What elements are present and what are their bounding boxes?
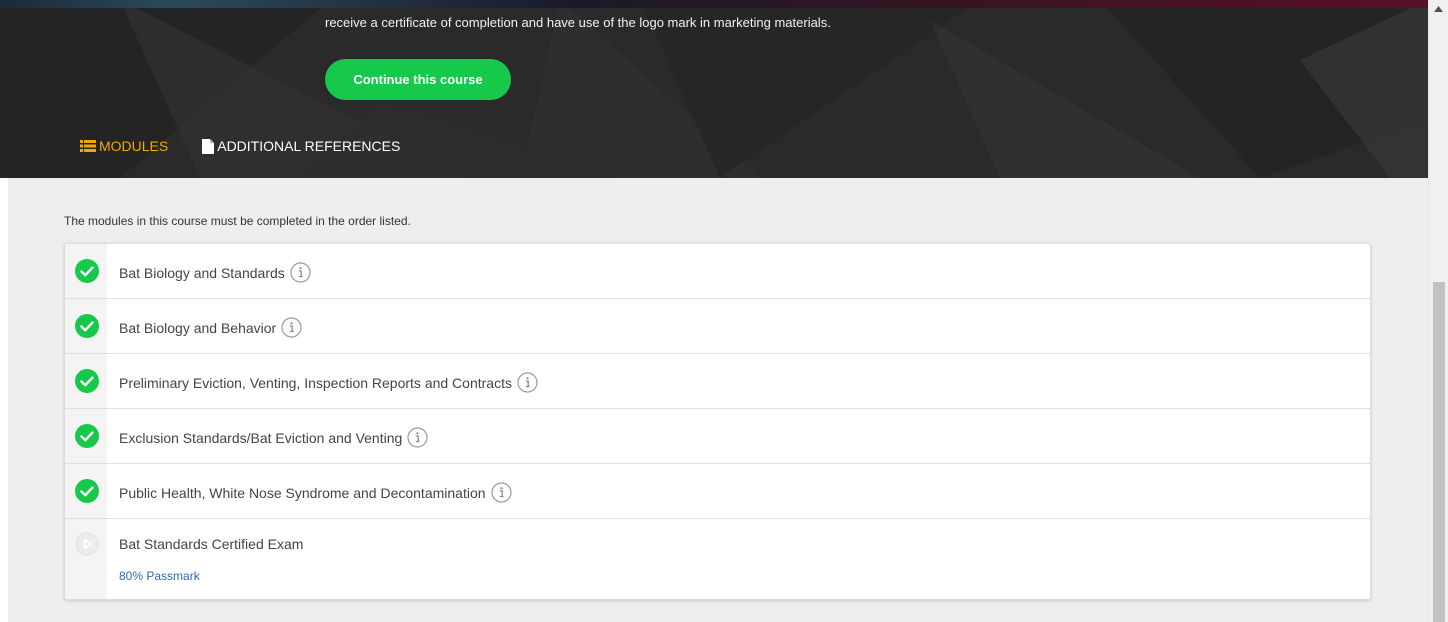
info-icon[interactable] <box>490 482 512 503</box>
module-row-preliminary-eviction[interactable]: Preliminary Eviction, Venting, Inspectio… <box>65 354 1370 409</box>
course-hero-banner: receive a certificate of completion and … <box>0 0 1428 178</box>
vertical-scrollbar[interactable] <box>1428 0 1448 622</box>
module-row-exclusion-standards[interactable]: Exclusion Standards/Bat Eviction and Ven… <box>65 409 1370 464</box>
scroll-up-arrow-icon[interactable] <box>1434 6 1443 12</box>
module-title: Bat Biology and Behavior <box>119 319 277 336</box>
completed-check-icon <box>75 424 99 448</box>
modules-list: Bat Biology and Standards Bat Biology an… <box>64 243 1371 600</box>
info-icon[interactable] <box>517 372 538 393</box>
module-row-bat-biology-and-behavior[interactable]: Bat Biology and Behavior <box>65 299 1370 354</box>
scrollbar-thumb[interactable] <box>1433 282 1445 622</box>
module-row-certified-exam[interactable]: Bat Standards Certified Exam 80% Passmar… <box>65 519 1370 599</box>
list-icon <box>80 140 96 152</box>
info-icon[interactable] <box>281 317 302 338</box>
tab-modules-label: MODULES <box>99 138 169 154</box>
modules-section: The modules in this course must be compl… <box>8 178 1428 622</box>
info-icon[interactable] <box>407 427 428 448</box>
hero-top-strip <box>0 0 1428 8</box>
completed-check-icon <box>75 259 99 283</box>
module-title: Public Health, White Nose Syndrome and D… <box>119 484 486 501</box>
passmark-label: 80% Passmark <box>119 569 200 583</box>
module-title: Exclusion Standards/Bat Eviction and Ven… <box>119 429 403 446</box>
modules-intro-text: The modules in this course must be compl… <box>64 214 411 228</box>
module-title: Bat Standards Certified Exam <box>119 536 304 552</box>
tab-modules[interactable]: MODULES <box>80 138 168 154</box>
continue-course-button[interactable]: Continue this course <box>325 59 511 100</box>
module-row-public-health[interactable]: Public Health, White Nose Syndrome and D… <box>65 464 1370 519</box>
course-tabs: MODULES ADDITIONAL REFERENCES <box>80 138 400 154</box>
completed-check-icon <box>75 314 99 338</box>
play-icon <box>75 532 99 556</box>
info-icon[interactable] <box>290 262 311 283</box>
tab-additional-references[interactable]: ADDITIONAL REFERENCES <box>202 138 400 154</box>
completed-check-icon <box>75 369 99 393</box>
module-title: Bat Biology and Standards <box>119 264 285 281</box>
module-title: Preliminary Eviction, Venting, Inspectio… <box>119 374 512 391</box>
course-description: receive a certificate of completion and … <box>325 15 831 30</box>
module-row-bat-biology-and-standards[interactable]: Bat Biology and Standards <box>65 244 1370 299</box>
completed-check-icon <box>75 479 99 503</box>
document-icon <box>202 138 215 154</box>
tab-additional-references-label: ADDITIONAL REFERENCES <box>217 138 401 154</box>
